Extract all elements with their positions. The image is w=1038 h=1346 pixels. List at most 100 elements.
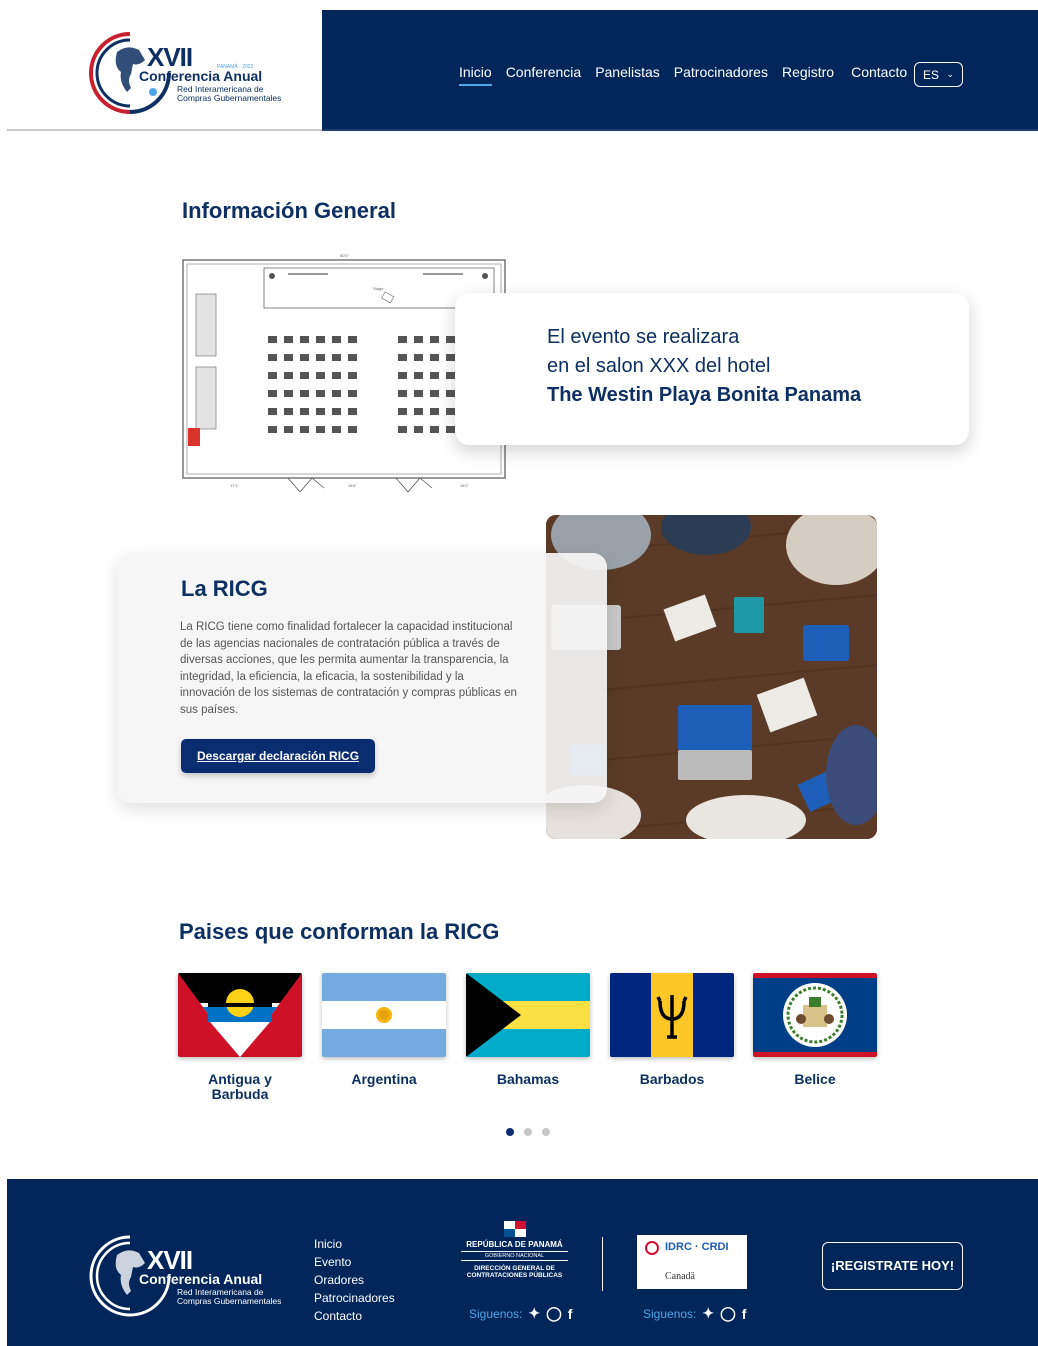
seat-icon bbox=[316, 372, 325, 379]
ricg-description: La RICG tiene como finalidad fortalecer … bbox=[180, 621, 517, 716]
follow-panama: Siguenos: ✦ ◯ f bbox=[469, 1305, 572, 1322]
info-title: Información General bbox=[182, 198, 396, 223]
panama-flag-icon bbox=[503, 1221, 526, 1237]
event-location-card: El evento se realizara en el salon XXX d… bbox=[455, 293, 969, 445]
footer-divider bbox=[602, 1237, 603, 1291]
panama-line1: REPÚBLICA DE PANAMÁ bbox=[466, 1240, 563, 1249]
countries-title: Paises que conforman la RICG bbox=[179, 919, 500, 944]
flag-belize[interactable] bbox=[753, 973, 877, 1057]
panama-line4: CONTRATACIONES PÚBLICAS bbox=[466, 1272, 563, 1279]
seat-icon bbox=[446, 354, 455, 361]
seat-icon bbox=[268, 426, 277, 433]
seat-icon bbox=[284, 408, 293, 415]
seat-icon bbox=[430, 354, 439, 361]
panama-government-logo: REPÚBLICA DE PANAMÁ GOBIERNO NACIONAL DI… bbox=[447, 1221, 582, 1299]
seat-icon bbox=[316, 336, 325, 343]
language-select[interactable]: ES ⌄ bbox=[914, 62, 963, 87]
instagram-icon[interactable]: ◯ bbox=[546, 1305, 562, 1322]
seat-icon bbox=[268, 408, 277, 415]
flag-antigua-barbuda[interactable] bbox=[178, 973, 302, 1057]
seat-icon bbox=[348, 426, 357, 433]
nav-item-patrocinadores[interactable]: Patrocinadores bbox=[674, 64, 768, 86]
carousel-pagination bbox=[506, 1128, 550, 1136]
site-footer: XVII Conferencia Anual Red Interamerican… bbox=[7, 1179, 1038, 1346]
nav-item-conferencia[interactable]: Conferencia bbox=[506, 64, 582, 86]
seat-icon bbox=[284, 426, 293, 433]
seat-icon bbox=[284, 336, 293, 343]
seat-icon bbox=[414, 390, 423, 397]
svg-text:17'1": 17'1" bbox=[230, 483, 239, 488]
seat-icon bbox=[300, 354, 309, 361]
seat-icon bbox=[398, 372, 407, 379]
footer-link-oradores[interactable]: Oradores bbox=[314, 1271, 395, 1289]
nav-item-panelistas[interactable]: Panelistas bbox=[595, 64, 660, 86]
flag-argentina[interactable] bbox=[322, 973, 446, 1057]
svg-text:18'2": 18'2" bbox=[460, 483, 469, 488]
footer-link-contacto[interactable]: Contacto bbox=[314, 1307, 395, 1325]
country-name-antigua: Antigua y Barbuda bbox=[208, 1071, 272, 1102]
seat-icon bbox=[414, 354, 423, 361]
svg-text:18'4": 18'4" bbox=[348, 483, 357, 488]
idrc-name: IDRC · CRDI bbox=[665, 1241, 729, 1253]
panama-line2: GOBIERNO NACIONAL bbox=[461, 1251, 568, 1261]
main-nav: Inicio Conferencia Panelistas Patrocinad… bbox=[459, 64, 921, 86]
seat-icon bbox=[284, 372, 293, 379]
country-name-bahamas: Bahamas bbox=[496, 1071, 560, 1087]
footer-link-patrocinadores[interactable]: Patrocinadores bbox=[314, 1289, 395, 1307]
footer-logo-title: Conferencia Anual bbox=[139, 1271, 263, 1287]
seat-icon bbox=[284, 390, 293, 397]
footer-logo[interactable]: XVII Conferencia Anual Red Interamerican… bbox=[87, 1231, 287, 1321]
seat-icon bbox=[414, 426, 423, 433]
download-ricg-button[interactable]: Descargar declaración RICG bbox=[181, 739, 375, 773]
instagram-icon[interactable]: ◯ bbox=[720, 1305, 736, 1322]
svg-text:50'0": 50'0" bbox=[340, 253, 349, 258]
carousel-dot-3[interactable] bbox=[542, 1128, 550, 1136]
seat-icon bbox=[332, 426, 341, 433]
follow-label: Siguenos: bbox=[469, 1306, 523, 1321]
register-now-button[interactable]: ¡REGISTRATE HOY! bbox=[822, 1242, 963, 1290]
idrc-logo: IDRC · CRDI Canadä bbox=[637, 1235, 747, 1289]
facebook-icon[interactable]: f bbox=[568, 1306, 573, 1322]
seat-icon bbox=[446, 390, 455, 397]
nav-bar: Inicio Conferencia Panelistas Patrocinad… bbox=[322, 10, 1038, 131]
seat-icon bbox=[332, 354, 341, 361]
twitter-icon[interactable]: ✦ bbox=[528, 1305, 540, 1322]
facebook-icon[interactable]: f bbox=[742, 1306, 747, 1322]
carousel-dot-2[interactable] bbox=[524, 1128, 532, 1136]
nav-item-contacto[interactable]: Contacto bbox=[851, 64, 907, 86]
flag-barbados[interactable] bbox=[610, 973, 734, 1057]
seat-icon bbox=[348, 408, 357, 415]
info-venue: The Westin Playa Bonita Panama bbox=[547, 384, 862, 406]
conference-logo[interactable]: XVII PANAMÁ · 2022 Conferencia Anual Red… bbox=[87, 28, 287, 118]
seat-icon bbox=[332, 336, 341, 343]
nav-item-inicio[interactable]: Inicio bbox=[459, 64, 492, 86]
seat-icon bbox=[414, 372, 423, 379]
site-header: XVII PANAMÁ · 2022 Conferencia Anual Red… bbox=[7, 10, 1038, 131]
twitter-icon[interactable]: ✦ bbox=[702, 1305, 714, 1322]
nav-item-registro[interactable]: Registro bbox=[782, 64, 834, 86]
seat-icon bbox=[430, 336, 439, 343]
logo-area: XVII PANAMÁ · 2022 Conferencia Anual Red… bbox=[7, 10, 322, 131]
footer-link-inicio[interactable]: Inicio bbox=[314, 1235, 395, 1253]
country-name-argentina: Argentina bbox=[351, 1071, 417, 1087]
seat-icon bbox=[348, 354, 357, 361]
carousel-dot-1[interactable] bbox=[506, 1128, 514, 1136]
footer-link-evento[interactable]: Evento bbox=[314, 1253, 395, 1271]
seat-icon bbox=[300, 426, 309, 433]
language-value: ES bbox=[923, 68, 940, 82]
flag-bahamas[interactable] bbox=[466, 973, 590, 1057]
seat-icon bbox=[316, 354, 325, 361]
seat-icon bbox=[300, 408, 309, 415]
seat-icon bbox=[332, 408, 341, 415]
seat-icon bbox=[398, 390, 407, 397]
seat-icon bbox=[316, 426, 325, 433]
country-name-barbados: Barbados bbox=[639, 1071, 705, 1087]
seat-icon bbox=[414, 336, 423, 343]
seat-icon bbox=[398, 408, 407, 415]
seat-icon bbox=[300, 390, 309, 397]
canada-wordmark: Canadä bbox=[665, 1271, 695, 1282]
seat-icon bbox=[348, 390, 357, 397]
seat-icon bbox=[300, 336, 309, 343]
seat-icon bbox=[268, 354, 277, 361]
seat-icon bbox=[316, 408, 325, 415]
